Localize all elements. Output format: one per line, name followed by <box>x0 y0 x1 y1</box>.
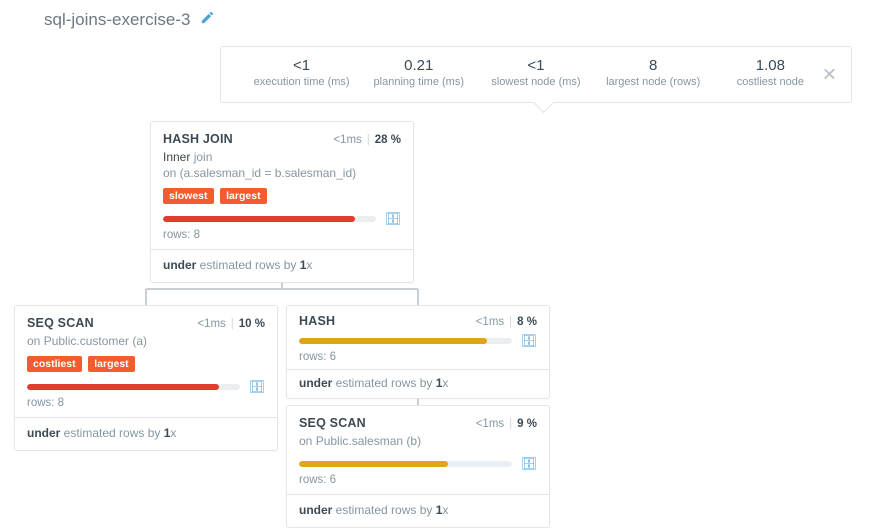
node-name: HASH JOIN <box>163 132 233 146</box>
metric-value: <1 <box>486 57 586 74</box>
close-icon[interactable]: ✕ <box>822 64 837 85</box>
metric-value: 1.08 <box>720 57 820 74</box>
metric-slowest-node: <1 slowest node (ms) <box>486 57 586 88</box>
metric-label: planning time (ms) <box>369 76 469 88</box>
node-rows: rows: 6 <box>299 474 537 486</box>
node-name: SEQ SCAN <box>299 416 366 430</box>
node-subtitle: Inner join on (a.salesman_id = b.salesma… <box>163 149 401 181</box>
node-timing: <1ms|10 % <box>197 318 265 330</box>
node-estimate: under estimated rows by 1x <box>163 258 401 272</box>
metric-execution-time: <1 execution time (ms) <box>252 57 352 88</box>
tag-largest: largest <box>220 188 266 204</box>
metric-value: <1 <box>252 57 352 74</box>
node-timing: <1ms|9 % <box>476 418 537 430</box>
node-cost-pct: 9 % <box>517 418 537 430</box>
node-bar <box>299 461 512 467</box>
database-icon: 🗄 <box>384 212 401 225</box>
metric-value: 0.21 <box>369 57 469 74</box>
node-rows: rows: 8 <box>163 229 401 241</box>
node-estimate: under estimated rows by 1x <box>299 376 537 390</box>
plan-node-hash[interactable]: HASH <1ms|8 % 🗄 rows: 6 under estimated … <box>286 305 550 399</box>
plan-summary: <1 execution time (ms) 0.21 planning tim… <box>220 46 852 103</box>
plan-node-seq-scan-salesman[interactable]: SEQ SCAN <1ms|9 % on Public.salesman (b)… <box>286 405 550 528</box>
node-cost-pct: 28 % <box>375 134 401 146</box>
plan-canvas: HASH JOIN <1ms|28 % Inner join on (a.sal… <box>0 121 876 521</box>
tag-slowest: slowest <box>163 188 214 204</box>
node-cost-pct: 8 % <box>517 316 537 328</box>
node-timing: <1ms|28 % <box>333 134 401 146</box>
metric-value: 8 <box>603 57 703 74</box>
page-title: sql-joins-exercise-3 <box>0 0 876 34</box>
plan-node-hash-join[interactable]: HASH JOIN <1ms|28 % Inner join on (a.sal… <box>150 121 414 283</box>
node-tags: slowest largest <box>163 187 401 204</box>
plan-node-seq-scan-customer[interactable]: SEQ SCAN <1ms|10 % on Public.customer (a… <box>14 305 278 451</box>
database-icon: 🗄 <box>520 334 537 347</box>
page-title-text: sql-joins-exercise-3 <box>44 10 190 30</box>
node-tags: costliest largest <box>27 355 265 372</box>
node-time: <1ms <box>476 316 504 328</box>
metric-label: execution time (ms) <box>252 76 352 88</box>
database-icon: 🗄 <box>248 380 265 393</box>
node-rows: rows: 6 <box>299 351 537 363</box>
tag-largest: largest <box>88 356 134 372</box>
node-bar <box>163 216 376 222</box>
metric-largest-node: 8 largest node (rows) <box>603 57 703 88</box>
node-subtitle: on Public.customer (a) <box>27 333 265 349</box>
node-bar <box>27 384 240 390</box>
node-name: HASH <box>299 314 335 328</box>
node-name: SEQ SCAN <box>27 316 94 330</box>
node-bar <box>299 338 512 344</box>
metric-costliest-node: 1.08 costliest node <box>720 57 820 88</box>
node-time: <1ms <box>333 134 361 146</box>
edit-icon[interactable] <box>200 10 215 30</box>
node-time: <1ms <box>197 318 225 330</box>
tag-costliest: costliest <box>27 356 82 372</box>
node-estimate: under estimated rows by 1x <box>299 503 537 517</box>
node-subtitle: on Public.salesman (b) <box>299 433 537 449</box>
metric-label: largest node (rows) <box>603 76 703 88</box>
database-icon: 🗄 <box>520 457 537 470</box>
node-time: <1ms <box>476 418 504 430</box>
node-rows: rows: 8 <box>27 397 265 409</box>
node-estimate: under estimated rows by 1x <box>27 426 265 440</box>
metric-label: slowest node (ms) <box>486 76 586 88</box>
metric-planning-time: 0.21 planning time (ms) <box>369 57 469 88</box>
metric-label: costliest node <box>720 76 820 88</box>
node-timing: <1ms|8 % <box>476 316 537 328</box>
node-cost-pct: 10 % <box>239 318 265 330</box>
